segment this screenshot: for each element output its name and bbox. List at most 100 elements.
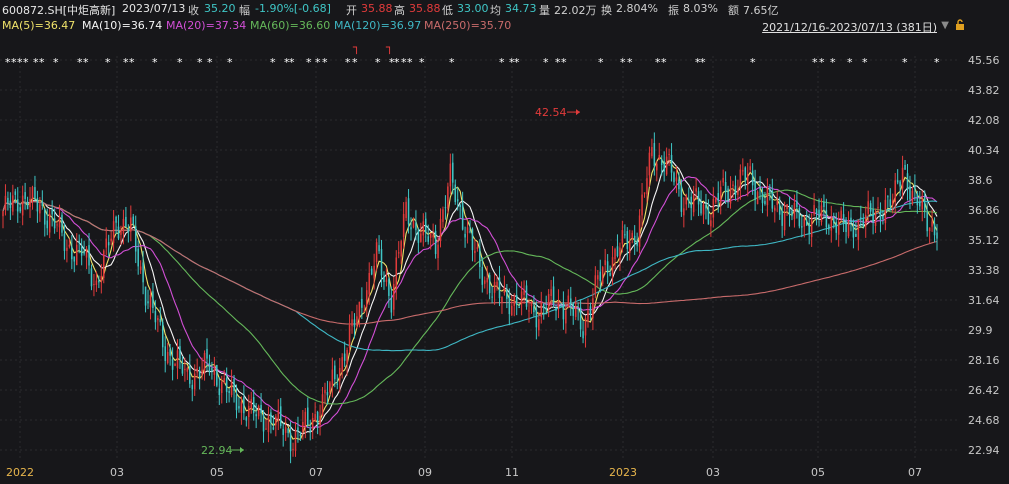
candle-body [850,217,852,222]
star-marker: * [561,56,567,69]
candle-body [233,378,235,391]
candlestick-chart[interactable]: * * * * * * * * * * * * * * * * * * * * * * * * * * * * * * * * * * * * * * * *… [0,0,1009,484]
candle-body [324,390,326,394]
candle-body [420,233,422,242]
candle-body [552,286,555,305]
y-tick-label: 35.12 [968,234,1000,247]
candle-body [914,186,916,190]
candle-body [90,268,93,287]
candle-body [107,242,110,246]
candle-body [801,226,803,228]
candle-body [717,193,720,202]
candle-body [216,364,218,386]
candle-body [663,161,665,172]
candle-body [911,190,914,204]
candle-body [855,233,857,237]
candle-body [864,214,867,227]
candle-body [429,233,432,238]
candle-body [466,227,469,234]
candle-body [378,245,380,252]
candle-body [390,297,393,313]
candle-body [820,205,823,222]
candle-body [533,306,535,313]
candle-body [442,209,444,222]
candle-body [80,246,83,256]
candle-body [872,208,874,223]
candle-body [53,218,56,229]
x-tick-label: 03 [706,466,720,479]
candle-body [26,201,29,210]
candle-body [815,209,818,214]
candle-body [653,143,656,167]
candle-body [746,174,749,185]
star-marker: * [394,56,400,69]
candle-body [220,382,223,393]
candle-body [41,201,44,206]
candle-body [338,367,341,381]
candle-body [245,417,248,421]
candle-body [506,290,508,299]
candle-body [137,248,139,267]
candle-body [599,271,602,281]
candle-body [469,231,471,233]
candle-body [754,180,756,201]
candle-body [270,412,272,423]
candle-body [402,214,405,237]
candle-body [424,218,427,233]
candle-body [282,428,284,435]
candle-body [334,365,336,380]
candle-body [614,249,616,260]
star-marker: * [543,56,549,69]
star-marker: * [197,56,203,69]
candle-body [869,203,872,212]
candle-body [213,368,216,375]
candle-body [198,370,201,378]
candle-body [166,351,169,364]
candle-body [134,226,137,252]
candle-body [656,163,658,171]
x-tick-label: 05 [210,466,224,479]
candle-body [4,195,7,211]
candle-body [680,186,683,212]
star-marker: * [207,56,213,69]
candle-body [422,221,425,236]
candle-body [71,246,73,260]
candle-body [120,230,122,235]
star-marker: * [227,56,233,69]
candle-body [169,349,171,356]
candle-body [58,216,61,228]
star-marker: * [83,56,89,69]
candle-body [744,167,747,182]
candle-body [931,221,933,227]
candle-body [483,280,486,284]
candle-body [63,233,66,251]
candle-body [550,289,552,297]
candle-body [515,294,518,305]
candle-body [223,378,225,384]
candle-body [592,298,594,319]
candle-body [252,397,255,414]
candle-body [407,198,410,225]
candle-body [921,198,924,210]
candle-body [370,268,373,275]
candle-body [412,221,415,228]
candle-body [769,188,771,192]
candle-body [132,216,135,225]
x-tick-label: 07 [908,466,922,479]
candle-body [906,173,909,190]
candle-body [201,369,203,375]
candle-body [916,193,919,206]
candle-body [176,350,179,369]
candle-body [629,241,631,253]
candle-body [486,277,488,283]
y-tick-label: 38.6 [968,174,993,187]
candle-body [523,289,525,295]
star-marker: * [700,56,706,69]
candle-body [574,308,577,317]
candle-body [257,405,260,417]
candle-body [361,298,363,308]
candle-body [31,187,34,200]
star-marker: * [627,56,633,69]
candle-body [238,406,240,409]
candle-body [805,220,808,226]
